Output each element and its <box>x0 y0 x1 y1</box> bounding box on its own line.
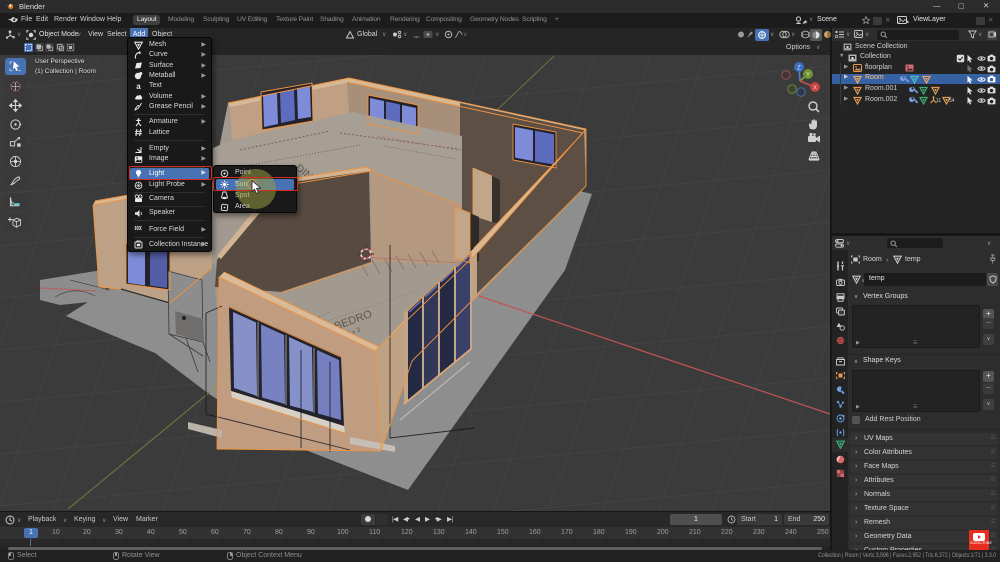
svg-text:X: X <box>813 86 817 92</box>
svg-text:Z: Z <box>797 66 801 72</box>
svg-text:Y: Y <box>806 73 810 79</box>
